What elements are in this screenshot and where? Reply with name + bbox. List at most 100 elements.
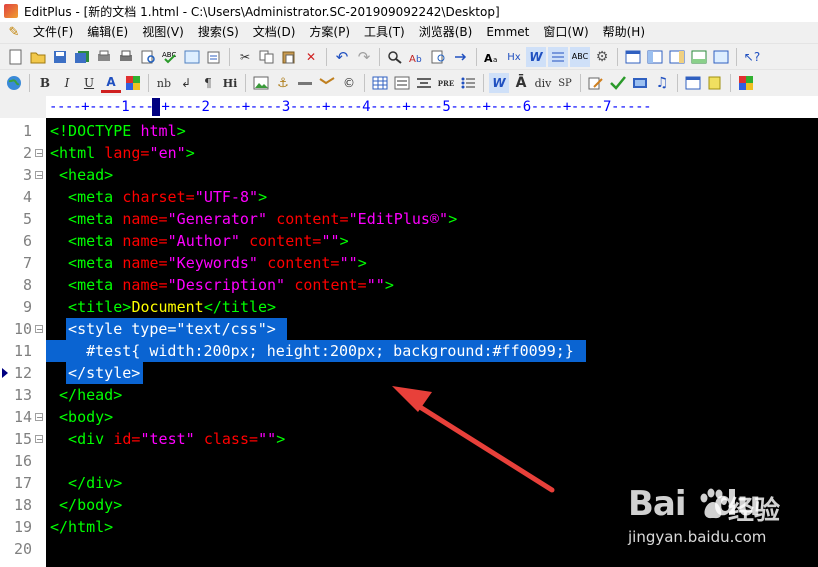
menu-edit[interactable]: 编辑(E) [80, 22, 135, 42]
toolbar-separator [326, 48, 327, 66]
title-bar: EditPlus - [新的文档 1.html - C:\Users\Admin… [0, 0, 818, 22]
column-ruler: ----+----1----+----2----+----3----+----4… [0, 96, 818, 118]
jingyan-text: 经验 [728, 496, 781, 526]
div-button[interactable]: div [533, 73, 553, 93]
baidu-logo-text-1: Bai [628, 484, 687, 524]
paste-icon[interactable] [279, 47, 299, 67]
cut-icon[interactable]: ✂ [235, 47, 255, 67]
toolbar-separator [730, 74, 731, 92]
hex-view-icon[interactable]: Hx [504, 47, 524, 67]
line-number-icon[interactable] [548, 47, 568, 67]
paragraph-button[interactable]: ¶ [198, 73, 218, 93]
window-list-icon[interactable] [623, 47, 643, 67]
menu-search[interactable]: 搜索(S) [191, 22, 246, 42]
preformatted-button[interactable]: PRE [436, 73, 456, 93]
toolbar-separator [364, 74, 365, 92]
save-all-icon[interactable] [72, 47, 92, 67]
clipboard-history-icon[interactable] [204, 47, 224, 67]
svg-text:a: a [493, 56, 497, 64]
bold-button[interactable]: B [35, 73, 55, 93]
toolbar-separator [148, 74, 149, 92]
browser-globe-icon[interactable] [4, 73, 24, 93]
comment-icon[interactable] [317, 73, 337, 93]
copyright-button[interactable]: © [339, 73, 359, 93]
fullscreen-icon[interactable] [711, 47, 731, 67]
cliptext-window-icon[interactable] [667, 47, 687, 67]
editplus-app-icon [4, 4, 18, 18]
edit-pencil-icon[interactable] [586, 73, 606, 93]
menu-document[interactable]: 文档(D) [246, 22, 303, 42]
svg-text:A: A [484, 52, 493, 64]
settings-gear-icon[interactable]: ⚙ [592, 47, 612, 67]
find-icon[interactable] [385, 47, 405, 67]
find-in-files-icon[interactable] [429, 47, 449, 67]
font-size-icon[interactable]: Aa [482, 47, 502, 67]
validate-check-icon[interactable] [608, 73, 628, 93]
anchor-button[interactable]: ⚓ [273, 73, 293, 93]
music-note-icon[interactable]: ♫ [652, 73, 672, 93]
color-picker-icon[interactable] [736, 73, 756, 93]
table-icon[interactable] [370, 73, 390, 93]
heading-button[interactable]: Hi [220, 73, 240, 93]
watermark-url: jingyan.baidu.com [628, 528, 767, 546]
spellcheck-icon[interactable]: ABC [160, 47, 180, 67]
menu-bar: ✎ 文件(F) 编辑(E) 视图(V) 搜索(S) 文档(D) 方案(P) 工具… [0, 22, 818, 42]
print-preview-icon[interactable] [138, 47, 158, 67]
color-grid-icon[interactable] [123, 73, 143, 93]
menu-file[interactable]: 文件(F) [26, 22, 80, 42]
toolbar-separator [483, 74, 484, 92]
word-wrap-w-icon[interactable]: W [526, 47, 546, 67]
replace-icon[interactable]: Ab [407, 47, 427, 67]
menu-view[interactable]: 视图(V) [135, 22, 191, 42]
print-icon[interactable] [116, 47, 136, 67]
menu-help[interactable]: 帮助(H) [596, 22, 652, 42]
menu-emmet[interactable]: Emmet [479, 22, 536, 42]
whitespace-icon[interactable]: ABC [570, 47, 590, 67]
save-icon[interactable] [50, 47, 70, 67]
align-center-icon[interactable] [414, 73, 434, 93]
horizontal-rule-icon[interactable] [295, 73, 315, 93]
list-icon[interactable] [458, 73, 478, 93]
directory-window-icon[interactable] [645, 47, 665, 67]
menu-tools[interactable]: 工具(T) [357, 22, 412, 42]
arrow-shaft [409, 399, 555, 493]
toolbar-separator [736, 48, 737, 66]
underline-button[interactable]: U [79, 73, 99, 93]
nbsp-button[interactable]: nb [154, 73, 174, 93]
toolbar-separator [617, 48, 618, 66]
font-color-button[interactable]: A [101, 74, 121, 93]
baidu-jingyan-watermark: Bai du 经验 jingyan.baidu.com [628, 484, 818, 564]
output-window-icon[interactable] [689, 47, 709, 67]
movie-icon[interactable] [630, 73, 650, 93]
copy-icon[interactable] [257, 47, 277, 67]
open-folder-icon[interactable] [28, 47, 48, 67]
toolbar-separator [29, 74, 30, 92]
baidu-paw-icon [700, 488, 727, 519]
css-style-icon[interactable]: Ā [511, 73, 531, 93]
marker-icon[interactable] [705, 73, 725, 93]
delete-icon[interactable]: ✕ [301, 47, 321, 67]
cursor-column-marker [152, 98, 160, 116]
code-editor[interactable]: 1 2−3−4 5 6 7 8 9 10−11 12 13 14−15−16 17 18 19 20 <!D… [0, 118, 818, 567]
menu-window[interactable]: 窗口(W) [536, 22, 595, 42]
image-icon[interactable] [251, 73, 271, 93]
window-title: EditPlus - [新的文档 1.html - C:\Users\Admin… [24, 4, 500, 19]
italic-button[interactable]: I [57, 73, 77, 93]
span-button[interactable]: SP [555, 73, 575, 93]
redo-icon[interactable]: ↷ [354, 47, 374, 67]
word-wrap-icon[interactable] [182, 47, 202, 67]
html-toolbar-window-icon[interactable] [683, 73, 703, 93]
form-icon[interactable] [392, 73, 412, 93]
goto-line-icon[interactable] [451, 47, 471, 67]
ruler-gutter [0, 96, 46, 118]
menu-project[interactable]: 方案(P) [302, 22, 357, 42]
undo-icon[interactable]: ↶ [332, 47, 352, 67]
line-break-button[interactable]: ↲ [176, 73, 196, 93]
print-setup-icon[interactable] [94, 47, 114, 67]
css-w-icon[interactable]: W [489, 73, 509, 93]
ruler-scale: ----+----1----+----2----+----3----+----4… [49, 99, 652, 115]
help-pointer-icon[interactable]: ↖? [742, 47, 762, 67]
svg-text:b: b [416, 55, 422, 64]
new-file-icon[interactable] [6, 47, 26, 67]
menu-browser[interactable]: 浏览器(B) [412, 22, 480, 42]
